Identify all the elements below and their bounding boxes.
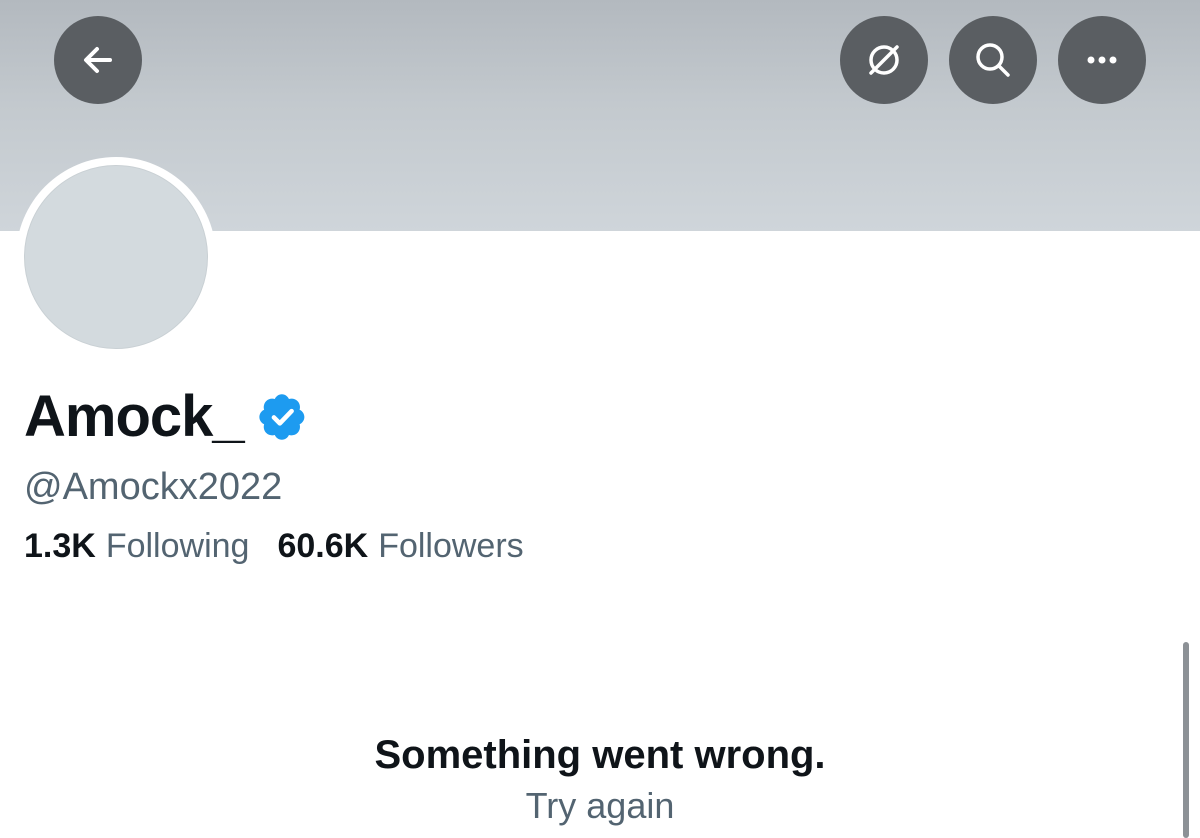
- scrollbar[interactable]: [1183, 642, 1189, 838]
- try-again-button[interactable]: Try again: [526, 785, 675, 826]
- search-icon: [976, 43, 1010, 77]
- followers-count: 60.6K: [277, 527, 369, 565]
- error-message: Something went wrong.: [374, 733, 826, 777]
- verified-badge-icon[interactable]: [258, 392, 308, 442]
- profile-handle: @Amockx2022: [24, 466, 283, 508]
- profile-name-row: Amock_: [24, 384, 308, 450]
- following-label: Following: [105, 527, 250, 565]
- followers-label: Followers: [378, 527, 524, 565]
- back-button[interactable]: [54, 16, 142, 104]
- retry-container: Try again: [0, 784, 1200, 828]
- profile-page: Amock_ @Amockx2022 1.3K Following 60.6K …: [0, 0, 1200, 838]
- grok-icon: [869, 45, 899, 75]
- more-options-button[interactable]: [1058, 16, 1146, 104]
- grok-button[interactable]: [840, 16, 928, 104]
- following-link[interactable]: 1.3K Following: [24, 524, 249, 568]
- search-button[interactable]: [949, 16, 1037, 104]
- more-icon: [1087, 56, 1117, 64]
- display-name: Amock_: [24, 384, 245, 449]
- profile-stats: 1.3K Following 60.6K Followers: [24, 524, 524, 568]
- avatar[interactable]: [24, 165, 208, 349]
- back-arrow-icon: [84, 47, 112, 73]
- followers-link[interactable]: 60.6K Followers: [277, 524, 523, 568]
- following-count: 1.3K: [24, 527, 96, 565]
